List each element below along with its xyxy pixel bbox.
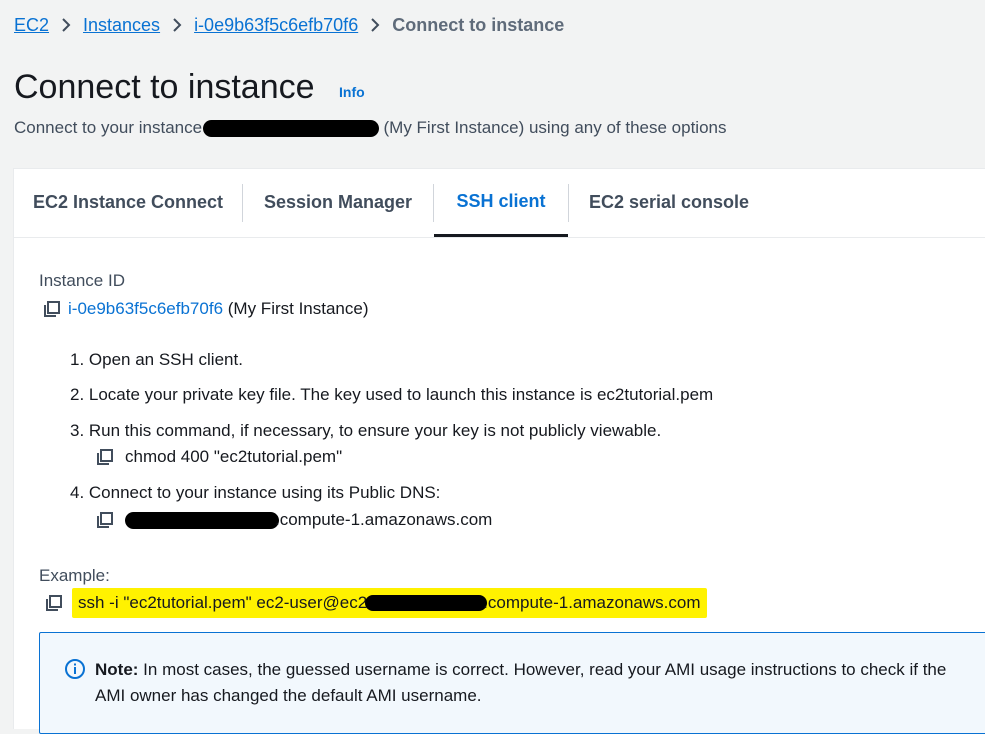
tab-bar: EC2 Instance Connect Session Manager SSH… bbox=[14, 169, 985, 238]
breadcrumb-current: Connect to instance bbox=[392, 14, 565, 35]
breadcrumb-instances[interactable]: Instances bbox=[83, 15, 160, 36]
example-label: Example: bbox=[39, 566, 110, 585]
step-3: 3. Run this command, if necessary, to en… bbox=[70, 421, 662, 440]
copy-icon[interactable] bbox=[42, 299, 62, 319]
instance-id-row: i-0e9b63f5c6efb70f6 (My First Instance) bbox=[42, 299, 369, 319]
chmod-command: chmod 400 "ec2tutorial.pem" bbox=[125, 447, 343, 466]
step-1: 1. Open an SSH client. bbox=[70, 350, 243, 369]
public-dns-suffix: .compute-1.amazonaws.com bbox=[275, 510, 493, 529]
page-subtitle: Connect to your instance (My First Insta… bbox=[14, 117, 727, 139]
chmod-command-row: chmod 400 "ec2tutorial.pem" bbox=[95, 447, 342, 467]
example-command-row: ssh -i "ec2tutorial.pem" ec2-user@ec2 .co… bbox=[44, 588, 707, 618]
chevron-right-icon bbox=[53, 17, 79, 33]
note-bold: Note: bbox=[95, 660, 139, 679]
copy-icon[interactable] bbox=[95, 510, 115, 530]
copy-icon[interactable] bbox=[95, 447, 115, 467]
note-text: Note: In most cases, the guessed usernam… bbox=[95, 657, 975, 709]
step-2: 2. Locate your private key file. The key… bbox=[70, 385, 714, 404]
breadcrumb-instance-id[interactable]: i-0e9b63f5c6efb70f6 bbox=[194, 15, 358, 36]
redaction-mark bbox=[365, 595, 488, 611]
tab-ec2-instance-connect[interactable]: EC2 Instance Connect bbox=[14, 169, 242, 235]
tab-ssh-client[interactable]: SSH client bbox=[434, 169, 568, 237]
breadcrumb-ec2[interactable]: EC2 bbox=[14, 15, 49, 36]
public-dns-row: .compute-1.amazonaws.com bbox=[95, 510, 492, 530]
instance-id-link[interactable]: i-0e9b63f5c6efb70f6 bbox=[68, 299, 223, 318]
page-title: Connect to instance bbox=[14, 68, 315, 106]
info-link[interactable]: Info bbox=[339, 84, 365, 100]
info-circle-icon bbox=[64, 658, 86, 680]
example-command-suffix: .compute-1.amazonaws.com bbox=[483, 593, 701, 612]
note-body: In most cases, the guessed username is c… bbox=[95, 660, 947, 705]
tab-session-manager[interactable]: Session Manager bbox=[243, 169, 433, 235]
note-alert: Note: In most cases, the guessed usernam… bbox=[39, 632, 985, 734]
example-command-prefix: ssh -i "ec2tutorial.pem" ec2-user@ec2 bbox=[78, 593, 368, 612]
copy-icon[interactable] bbox=[44, 593, 64, 613]
breadcrumb: EC2 Instances i-0e9b63f5c6efb70f6 Connec… bbox=[14, 12, 564, 38]
redaction-mark bbox=[125, 511, 279, 529]
instance-name: (My First Instance) bbox=[227, 299, 369, 318]
subtitle-prefix: Connect to your instance bbox=[14, 118, 207, 137]
chevron-right-icon bbox=[164, 17, 190, 33]
subtitle-suffix: (My First Instance) using any of these o… bbox=[378, 118, 727, 137]
instance-id-label: Instance ID bbox=[39, 271, 125, 290]
step-4: 4. Connect to your instance using its Pu… bbox=[70, 483, 441, 502]
example-command: ssh -i "ec2tutorial.pem" ec2-user@ec2 .co… bbox=[72, 588, 707, 618]
chevron-right-icon bbox=[362, 17, 388, 33]
redaction-mark bbox=[202, 120, 379, 138]
tab-ec2-serial-console[interactable]: EC2 serial console bbox=[569, 169, 769, 235]
